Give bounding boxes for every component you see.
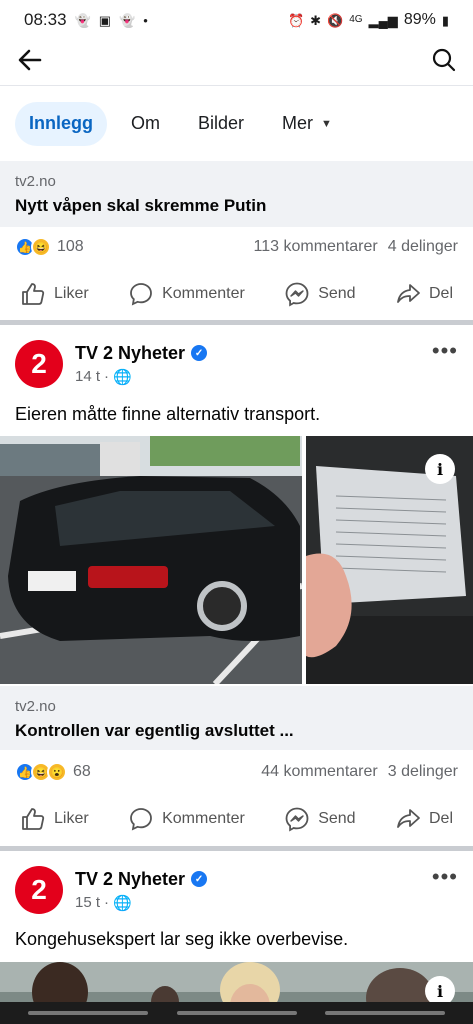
thumbs-up-icon: [22, 808, 45, 830]
verified-badge-icon: ✓: [191, 871, 208, 887]
send-label: Send: [318, 285, 356, 302]
post-time[interactable]: 15 t: [75, 894, 100, 911]
post-separator: [0, 846, 473, 851]
status-time: 08:33: [24, 10, 67, 29]
info-icon[interactable]: i: [425, 454, 455, 484]
share-button[interactable]: Del: [395, 806, 453, 832]
reaction-count: 108: [57, 238, 84, 255]
alarm-icon: ⏰: [287, 12, 305, 28]
tab-mer-label: Mer: [282, 113, 314, 133]
tv2-logo-avatar[interactable]: 2: [15, 866, 63, 914]
tv2-logo-avatar[interactable]: 2: [15, 340, 63, 388]
more-options-icon[interactable]: •••: [432, 338, 458, 364]
share-count[interactable]: 3 delinger: [388, 763, 458, 781]
tab-innlegg[interactable]: Innlegg: [15, 101, 107, 146]
reaction-count: 68: [73, 763, 91, 780]
tab-mer[interactable]: Mer ▼: [268, 102, 346, 146]
snapchat-icon: 👻: [119, 12, 136, 28]
battery-icon: ▮: [441, 12, 449, 28]
page-name[interactable]: TV 2 Nyheter: [75, 869, 185, 890]
bluetooth-icon: ✱: [310, 12, 322, 28]
share-arrow-icon: [397, 809, 420, 828]
comment-button[interactable]: Kommenter: [128, 806, 245, 832]
nav-handle[interactable]: [28, 1011, 149, 1015]
share-button[interactable]: Del: [395, 281, 453, 307]
dot-icon: •: [143, 12, 148, 28]
send-label: Send: [318, 810, 356, 827]
post-separator: [0, 320, 473, 325]
nav-handle[interactable]: [324, 1011, 445, 1015]
post-actions: Liker Kommenter Send Del: [0, 794, 473, 844]
reactions[interactable]: 👍 😆 😮 68: [15, 762, 91, 782]
like-label: Liker: [54, 285, 89, 302]
separator-dot: ·: [104, 894, 110, 911]
link-preview[interactable]: tv2.no Nytt våpen skal skremme Putin: [0, 161, 473, 227]
system-nav-bar: [0, 1002, 473, 1024]
globe-icon: 🌐: [113, 368, 132, 386]
reactions[interactable]: 👍 😆 108: [15, 237, 84, 257]
mute-icon: 🔇: [327, 12, 344, 28]
post-header: 2 TV 2 Nyheter ✓ 15 t · 🌐 •••: [0, 858, 473, 922]
send-button[interactable]: Send: [284, 281, 356, 307]
signal-icon: ▂▄▆: [368, 12, 398, 28]
post-actions: Liker Kommenter Send Del: [0, 269, 473, 319]
haha-reaction-icon: 😆: [31, 237, 51, 257]
share-label: Del: [428, 810, 453, 827]
messenger-icon: [285, 807, 309, 832]
share-count[interactable]: 4 delinger: [388, 238, 458, 256]
page-name[interactable]: TV 2 Nyheter: [75, 343, 185, 364]
link-title: Nytt våpen skal skremme Putin: [15, 196, 267, 215]
comment-icon: [130, 808, 152, 831]
like-button[interactable]: Liker: [20, 806, 89, 832]
send-button[interactable]: Send: [284, 806, 356, 832]
more-options-icon[interactable]: •••: [432, 864, 458, 890]
profile-tabs: Innlegg Om Bilder Mer ▼: [0, 87, 473, 160]
snapchat-icon: 👻: [74, 12, 91, 28]
post-stats: 👍 😆 😮 68 44 kommentarer 3 delinger: [0, 752, 473, 792]
like-label: Liker: [54, 810, 89, 827]
globe-icon: 🌐: [113, 894, 132, 912]
link-preview[interactable]: tv2.no Kontrollen var egentlig avsluttet…: [0, 686, 473, 750]
link-domain: tv2.no: [15, 698, 56, 715]
comment-icon: [130, 283, 152, 306]
share-arrow-icon: [397, 284, 420, 303]
coin-photo[interactable]: i: [306, 436, 473, 684]
top-bar: [0, 40, 473, 86]
wow-reaction-icon: 😮: [47, 762, 67, 782]
tab-om[interactable]: Om: [117, 102, 174, 146]
comment-count[interactable]: 113 kommentarer: [254, 238, 378, 256]
caret-down-icon: ▼: [321, 117, 332, 130]
like-button[interactable]: Liker: [20, 281, 89, 307]
post-stats: 👍 😆 108 113 kommentarer 4 delinger: [0, 227, 473, 267]
comment-button[interactable]: Kommenter: [128, 281, 245, 307]
car-photo[interactable]: [0, 436, 302, 684]
share-label: Del: [428, 285, 453, 302]
comment-label: Kommenter: [162, 285, 245, 302]
verified-badge-icon: ✓: [191, 345, 208, 361]
post-text: Eieren måtte finne alternativ transport.: [15, 404, 321, 424]
post-text: Kongehusekspert lar seg ikke overbevise.: [15, 929, 349, 949]
separator-dot: ·: [104, 368, 110, 385]
post-photos: i: [0, 436, 473, 684]
comment-count[interactable]: 44 kommentarer: [261, 763, 378, 781]
battery-percent: 89%: [403, 11, 436, 28]
search-icon[interactable]: [431, 47, 457, 78]
status-bar: 08:33 👻 ▣ 👻 • ⏰ ✱ 🔇 4G ▂▄▆ 89% ▮: [0, 0, 473, 40]
post-header: 2 TV 2 Nyheter ✓ 14 t · 🌐 •••: [0, 332, 473, 396]
tab-bilder[interactable]: Bilder: [184, 102, 258, 146]
network-icon: 4G: [349, 14, 363, 25]
back-arrow-icon[interactable]: [16, 46, 44, 79]
comment-label: Kommenter: [162, 810, 245, 827]
link-title: Kontrollen var egentlig avsluttet ...: [15, 721, 294, 740]
gallery-icon: ▣: [98, 12, 112, 28]
post-time[interactable]: 14 t: [75, 368, 100, 385]
link-domain: tv2.no: [15, 173, 56, 190]
messenger-icon: [285, 282, 309, 307]
thumbs-up-icon: [22, 283, 45, 305]
nav-handle[interactable]: [176, 1011, 297, 1015]
